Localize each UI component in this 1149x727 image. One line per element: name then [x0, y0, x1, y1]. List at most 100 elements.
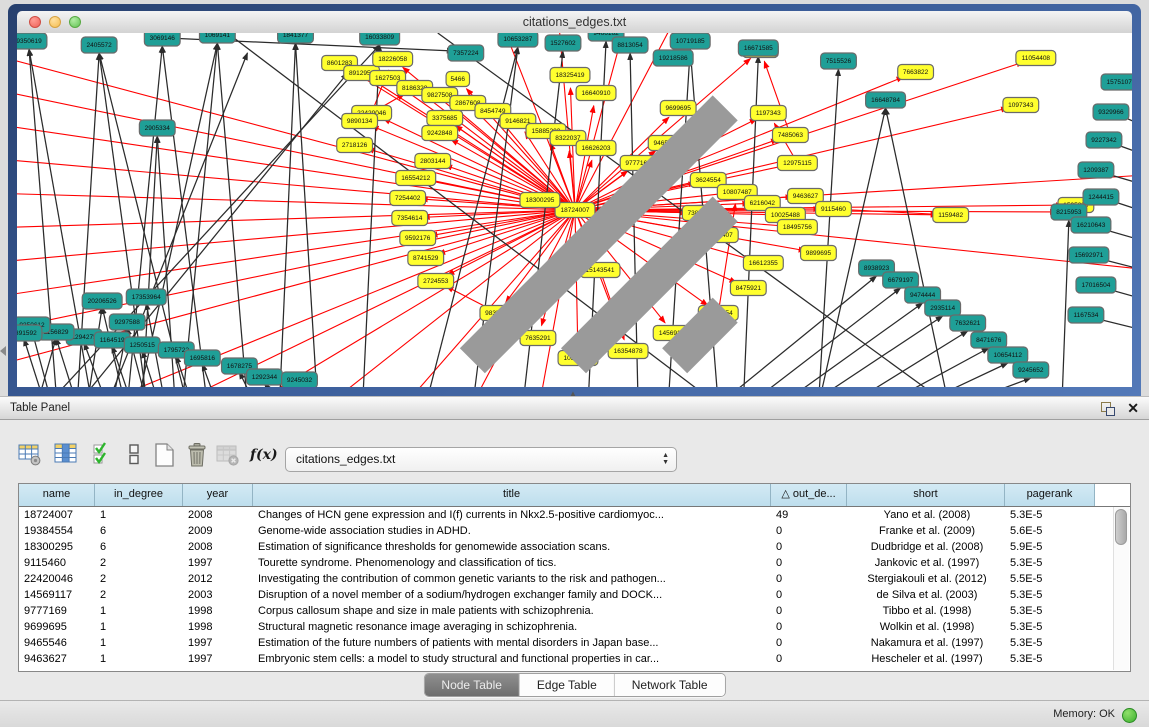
tab-node-table[interactable]: Node Table [424, 674, 520, 696]
scrollbar-thumb[interactable] [1115, 509, 1127, 545]
network-canvas[interactable]: 1872400786012838912954182260581627503818… [17, 33, 1132, 387]
table-cell: 2 [95, 587, 183, 603]
table-cell: 2008 [183, 539, 253, 555]
table-selector-dropdown[interactable]: citations_edges.txt ▲▼ [285, 447, 677, 472]
window-title: citations_edges.txt [17, 11, 1132, 33]
table-settings-icon[interactable] [18, 442, 44, 470]
table-cell: 2009 [183, 523, 253, 539]
fx-label: f(x) [250, 447, 278, 463]
memory-ok-indicator [1122, 708, 1137, 723]
table-cell: 18300295 [19, 539, 95, 555]
table-cell: 0 [771, 523, 847, 539]
table-cell: Yano et al. (2008) [847, 507, 1005, 523]
attribute-table: namein_degreeyeartitle△ out_de...shortpa… [18, 483, 1131, 672]
table-cell: 1997 [183, 555, 253, 571]
table-cell: 6 [95, 539, 183, 555]
float-panel-icon[interactable] [1101, 402, 1115, 416]
table-cell: 49 [771, 507, 847, 523]
table-header-row: namein_degreeyeartitle△ out_de...shortpa… [19, 484, 1130, 507]
delete-table-icon-disabled[interactable] [216, 442, 242, 470]
table-cell: 0 [771, 619, 847, 635]
column-header-out_de[interactable]: △ out_de... [771, 484, 847, 506]
tab-network-table[interactable]: Network Table [615, 674, 725, 696]
column-header-name[interactable]: name [19, 484, 95, 506]
table-cell: 1 [95, 507, 183, 523]
table-cell: 1997 [183, 651, 253, 667]
table-cell: Estimation of the future numbers of pati… [253, 635, 771, 651]
column-header-year[interactable]: year [183, 484, 253, 506]
table-cell: Tourette syndrome. Phenomenology and cla… [253, 555, 771, 571]
table-cell: 14569117 [19, 587, 95, 603]
table-cell: 0 [771, 651, 847, 667]
table-row[interactable]: 1938455462009Genome-wide association stu… [19, 523, 1130, 539]
table-cell: 9465546 [19, 635, 95, 651]
table-cell: 2 [95, 555, 183, 571]
table-cell: 5.6E-5 [1005, 523, 1095, 539]
function-builder-icon[interactable]: f(x) [250, 442, 282, 470]
column-header-short[interactable]: short [847, 484, 1005, 506]
table-cell: Estimation of significance thresholds fo… [253, 539, 771, 555]
select-rows-check-icon[interactable] [92, 442, 118, 470]
column-header-in_degree[interactable]: in_degree [95, 484, 183, 506]
table-cell: 5.3E-5 [1005, 635, 1095, 651]
table-cell: 1 [95, 603, 183, 619]
table-cell: Disruption of a novel member of a sodium… [253, 587, 771, 603]
new-table-icon[interactable] [152, 442, 178, 470]
table-cell: Genome-wide association studies in ADHD. [253, 523, 771, 539]
table-cell: 9115460 [19, 555, 95, 571]
table-cell: 1 [95, 619, 183, 635]
table-row[interactable]: 911546021997Tourette syndrome. Phenomeno… [19, 555, 1130, 571]
tab-edge-table[interactable]: Edge Table [520, 674, 615, 696]
table-cell: 5.3E-5 [1005, 619, 1095, 635]
table-cell: 5.3E-5 [1005, 555, 1095, 571]
column-header-pagerank[interactable]: pagerank [1005, 484, 1095, 506]
table-cell: 5.9E-5 [1005, 539, 1095, 555]
table-body: 1872400712008Changes of HCN gene express… [19, 507, 1130, 667]
table-row[interactable]: 977716911998Corpus callosum shape and si… [19, 603, 1130, 619]
table-cell: 1998 [183, 619, 253, 635]
table-cell: Investigating the contribution of common… [253, 571, 771, 587]
table-cell: 19384554 [19, 523, 95, 539]
table-cell: 9699695 [19, 619, 95, 635]
table-row[interactable]: 1456911722003Disruption of a novel membe… [19, 587, 1130, 603]
table-cell: 1 [95, 651, 183, 667]
resize-grip-icon[interactable] [17, 33, 1131, 386]
column-chooser-icon[interactable] [54, 442, 80, 470]
window-titlebar[interactable]: citations_edges.txt [17, 11, 1132, 34]
table-cell: 0 [771, 603, 847, 619]
table-cell: 18724007 [19, 507, 95, 523]
table-cell: Dudbridge et al. (2008) [847, 539, 1005, 555]
table-cell: 2008 [183, 507, 253, 523]
table-cell: Nakamura et al. (1997) [847, 635, 1005, 651]
table-cell: 22420046 [19, 571, 95, 587]
app-root: citations_edges.txt 18724007860128389129… [0, 0, 1149, 727]
table-row[interactable]: 969969511998Structural magnetic resonanc… [19, 619, 1130, 635]
table-cell: Embryonic stem cells: a model to study s… [253, 651, 771, 667]
table-cell: 0 [771, 539, 847, 555]
table-row[interactable]: 2242004622012Investigating the contribut… [19, 571, 1130, 587]
row-height-icon[interactable] [122, 442, 148, 470]
table-cell: 5.3E-5 [1005, 651, 1095, 667]
table-cell: de Silva et al. (2003) [847, 587, 1005, 603]
table-row[interactable]: 946554611997Estimation of the future num… [19, 635, 1130, 651]
table-row[interactable]: 946362711997Embryonic stem cells: a mode… [19, 651, 1130, 667]
table-selector-value: citations_edges.txt [296, 448, 395, 471]
table-tabs: Node TableEdge TableNetwork Table [423, 673, 725, 697]
table-row[interactable]: 1872400712008Changes of HCN gene express… [19, 507, 1130, 523]
table-cell: 0 [771, 635, 847, 651]
table-cell: 0 [771, 587, 847, 603]
table-panel-header: Table Panel ✕ [0, 396, 1149, 420]
table-panel-body: f(x) citations_edges.txt ▲▼ namein_degre… [0, 420, 1149, 700]
table-cell: Hescheler et al. (1997) [847, 651, 1005, 667]
table-cell: 5.5E-5 [1005, 571, 1095, 587]
table-row[interactable]: 1830029562008Estimation of significance … [19, 539, 1130, 555]
table-scrollbar[interactable] [1113, 507, 1129, 670]
table-cell: 2012 [183, 571, 253, 587]
delete-entries-trash-icon[interactable] [184, 442, 210, 470]
table-cell: 1 [95, 635, 183, 651]
close-panel-icon[interactable]: ✕ [1127, 400, 1139, 417]
panel-collapse-arrow-icon[interactable] [0, 346, 6, 356]
table-cell: 9777169 [19, 603, 95, 619]
table-cell: Changes of HCN gene expression and I(f) … [253, 507, 771, 523]
column-header-title[interactable]: title [253, 484, 771, 506]
